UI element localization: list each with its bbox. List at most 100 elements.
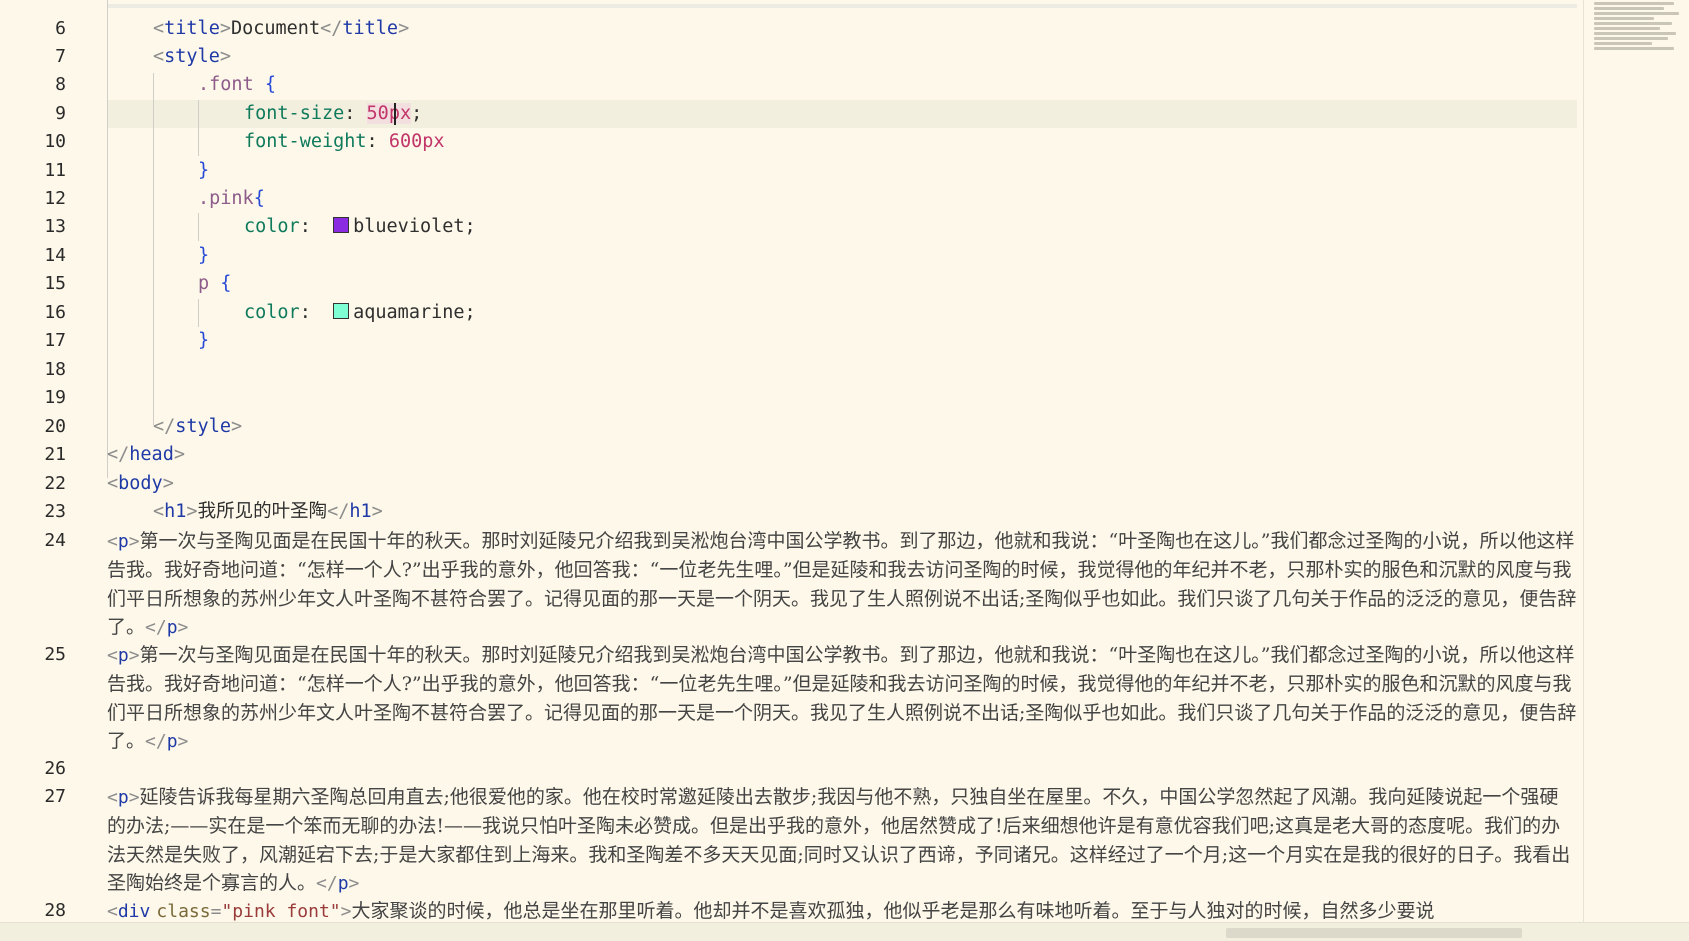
line-number: 28 — [44, 900, 66, 921]
line-number: 13 — [44, 216, 66, 237]
css-selector: p — [198, 273, 210, 294]
code-line-8[interactable]: .font { — [198, 71, 276, 99]
code-line-11[interactable]: } — [198, 157, 209, 185]
tag-bracket: < — [107, 531, 118, 552]
code-line-17[interactable]: } — [198, 327, 209, 355]
colon: : — [299, 302, 311, 323]
line-number: 14 — [44, 245, 66, 266]
tag-bracket: > — [371, 501, 383, 522]
tag-name: style — [164, 46, 220, 67]
semicolon: ; — [464, 216, 476, 237]
code-line-27[interactable]: <p>延陵告诉我每星期六圣陶总回甪直去;他很爱他的家。他在校时常邀延陵出去散步;… — [107, 783, 1577, 899]
line-number: 6 — [55, 18, 66, 39]
tag-name: p — [337, 873, 349, 895]
tag-bracket: > — [173, 444, 185, 465]
tag-text: Document — [230, 18, 321, 39]
code-line-23[interactable]: <h1>我所见的叶圣陶</h1> — [153, 498, 383, 526]
colon: : — [366, 131, 378, 152]
css-property: color — [244, 216, 300, 237]
css-number: 50 — [366, 103, 389, 124]
line-number: 7 — [55, 46, 66, 67]
tag-bracket: > — [162, 473, 174, 494]
tag-name: p — [166, 731, 178, 753]
tag-name: style — [175, 416, 231, 437]
line-number-gutter: 6 7 8 9 10 11 12 13 14 15 16 17 18 19 20… — [0, 0, 100, 940]
css-unit: px — [422, 131, 445, 152]
css-property: font-size — [244, 103, 345, 124]
line-number: 27 — [44, 786, 66, 807]
line-number: 19 — [44, 387, 66, 408]
attr-value: "pink font" — [221, 901, 341, 922]
code-editor[interactable]: 6 7 8 9 10 11 12 13 14 15 16 17 18 19 20… — [0, 0, 1689, 941]
code-line-12[interactable]: .pink{ — [198, 185, 265, 213]
paragraph-text: 第一次与圣陶见面是在民国十年的秋天。那时刘延陵兄介绍我到吴淞炮台湾中国公学教书。… — [107, 530, 1577, 639]
indent-guide — [198, 100, 199, 156]
line-number: 26 — [44, 758, 66, 779]
attr-name: class — [156, 901, 211, 922]
tag-bracket: < — [153, 501, 165, 522]
color-swatch-icon[interactable] — [333, 303, 350, 319]
css-property: color — [244, 302, 300, 323]
color-swatch-icon[interactable] — [333, 217, 350, 233]
indent-guide — [107, 0, 108, 478]
tag-bracket: < — [107, 901, 118, 922]
css-value: aquamarine — [353, 302, 465, 323]
indent-guide — [198, 299, 199, 327]
code-line-28[interactable]: <div class="pink font">大家聚谈的时候，他总是坐在那里听着… — [107, 897, 1577, 925]
tag-bracket: < — [153, 46, 165, 67]
tag-bracket: </ — [153, 416, 176, 437]
tag-bracket: < — [107, 645, 118, 666]
tag-bracket: > — [348, 873, 360, 895]
line-number: 22 — [44, 473, 66, 494]
brace: } — [198, 245, 210, 266]
code-line-24[interactable]: <p>第一次与圣陶见面是在民国十年的秋天。那时刘延陵兄介绍我到吴淞炮台湾中国公学… — [107, 527, 1577, 643]
tag-name: h1 — [164, 501, 187, 522]
tag-name: p — [117, 787, 129, 808]
tag-bracket: </ — [316, 873, 338, 895]
horizontal-scrollbar[interactable] — [1226, 928, 1522, 938]
tag-bracket: > — [128, 787, 140, 808]
code-line-21[interactable]: </head> — [107, 441, 185, 469]
line-number: 20 — [44, 416, 66, 437]
code-line-14[interactable]: } — [198, 242, 209, 270]
css-number: 600 — [388, 131, 423, 152]
code-line-15[interactable]: p { — [198, 270, 231, 298]
code-line-25[interactable]: <p>第一次与圣陶见面是在民国十年的秋天。那时刘延陵兄介绍我到吴淞炮台湾中国公学… — [107, 641, 1577, 757]
line-number: 9 — [55, 103, 66, 124]
tag-name: p — [166, 617, 178, 639]
css-value: blueviolet — [353, 216, 465, 237]
line-number: 16 — [44, 302, 66, 323]
css-property: font-weight — [244, 131, 367, 152]
line-number: 12 — [44, 188, 66, 209]
code-line-7[interactable]: <style> — [153, 43, 231, 71]
line-number: 8 — [55, 74, 66, 95]
paragraph-text: 大家聚谈的时候，他总是坐在那里听着。他却并不是喜欢孤独，他似乎老是那么有味地听着… — [351, 900, 1435, 922]
tag-bracket: > — [177, 731, 189, 753]
code-line-10[interactable]: font-weight: 600px — [244, 128, 445, 156]
line-number: 24 — [44, 530, 66, 551]
tag-bracket: > — [230, 416, 243, 437]
line-number: 18 — [44, 359, 66, 380]
css-selector: .pink — [198, 188, 254, 209]
minimap-divider — [1583, 0, 1584, 940]
tag-name: head — [129, 444, 174, 465]
tag-name: title — [164, 18, 220, 39]
tag-bracket: < — [153, 18, 165, 39]
tag-bracket: > — [398, 18, 410, 39]
attr-equals: = — [210, 901, 222, 922]
brace: { — [253, 188, 265, 209]
tag-bracket: > — [177, 617, 189, 639]
text-cursor — [394, 103, 396, 125]
code-line-6[interactable]: <title>Document</title> — [153, 15, 409, 43]
tag-bracket: </ — [145, 617, 167, 639]
code-line-16[interactable]: color: aquamarine; — [244, 299, 476, 327]
code-line-22[interactable]: <body> — [107, 470, 174, 498]
line-number: 21 — [44, 444, 66, 465]
code-line-13[interactable]: color: blueviolet; — [244, 213, 476, 241]
line-number: 17 — [44, 330, 66, 351]
code-line-20[interactable]: </style> — [153, 413, 242, 441]
minimap[interactable] — [1586, 0, 1689, 72]
tag-name: p — [117, 645, 129, 666]
tag-name: p — [117, 531, 129, 552]
tag-bracket: < — [107, 787, 118, 808]
